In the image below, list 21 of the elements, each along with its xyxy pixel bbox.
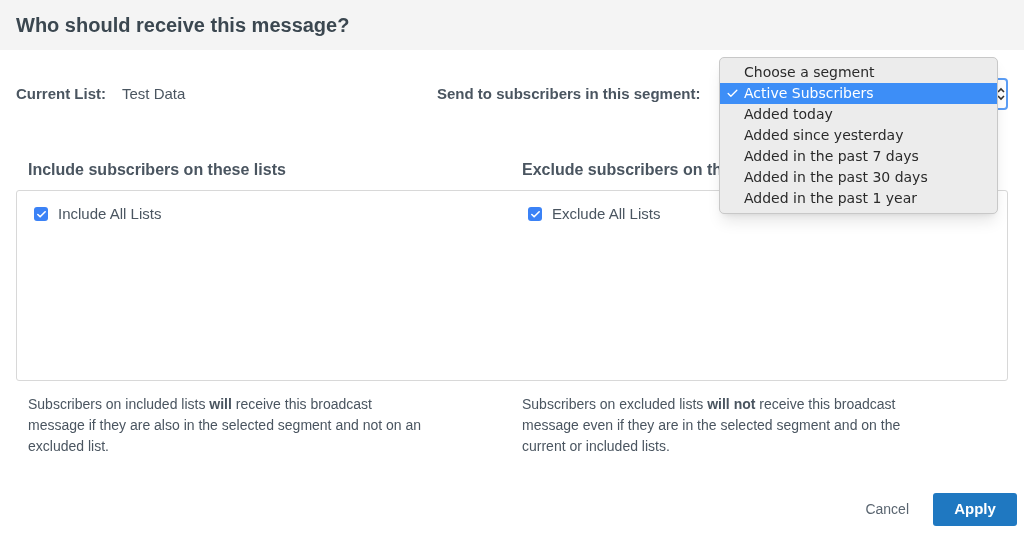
column-heading: Include subscribers on these lists — [28, 161, 286, 178]
help-text: Subscribers on included lists will receive this broadcast message if they are also in the selected segment and not on an excluded list. — [28, 395, 423, 456]
segment-label: Send to subscribers in this segment: — [437, 83, 701, 104]
menu-option[interactable]: Added in the past 7 days — [720, 146, 997, 167]
menu-option[interactable]: Added in the past 1 year — [720, 188, 997, 209]
cancel-button[interactable]: Cancel — [865, 499, 909, 520]
menu-option[interactable]: Added in the past 30 days — [720, 167, 997, 188]
apply-button[interactable]: Apply — [933, 493, 1017, 526]
chevrons-icon — [997, 87, 1005, 101]
dialog-title: Who should receive this message? — [16, 13, 350, 38]
list-option-label: Exclude All Lists — [552, 204, 661, 224]
menu-option[interactable]: Added today — [720, 104, 997, 125]
help-text: Subscribers on excluded lists will not receive this broadcast message even if they are in the selected segment and on the current or included lists. — [522, 395, 902, 456]
checkmark-icon — [725, 87, 739, 100]
current-list-value: Test Data — [122, 83, 186, 104]
menu-option[interactable]: Added since yesterday — [720, 125, 997, 146]
current-list-label: Current List: — [16, 83, 106, 104]
checkbox[interactable] — [528, 207, 542, 222]
menu-option[interactable]: Choose a segment — [720, 62, 997, 83]
list-option-label: Include All Lists — [58, 204, 162, 224]
checkbox[interactable] — [34, 207, 48, 222]
